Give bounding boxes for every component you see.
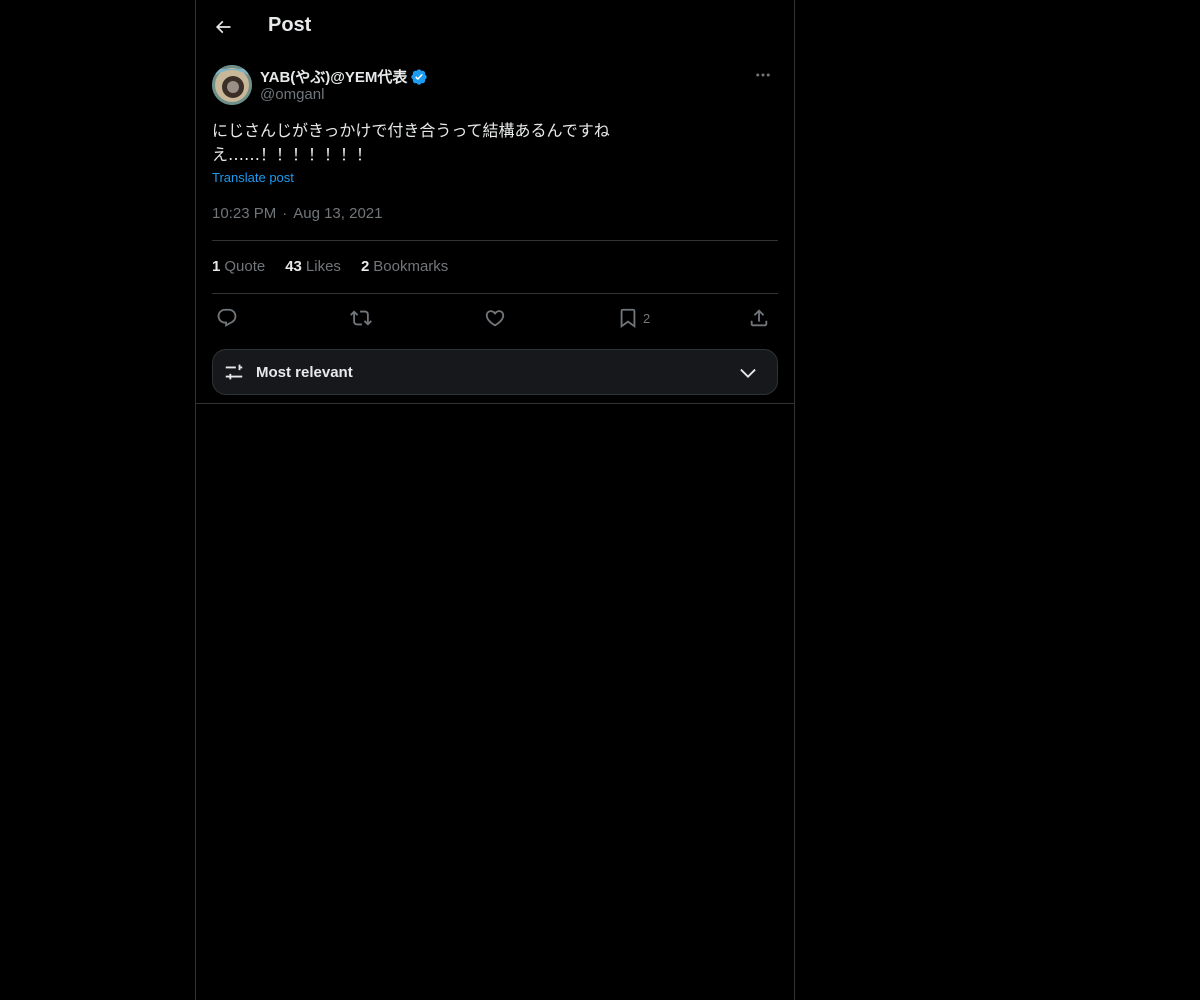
more-options-button[interactable] bbox=[748, 64, 778, 86]
meta-separator: · bbox=[282, 205, 288, 222]
tweet-text-line-2: え……！！！！！！！ bbox=[212, 145, 373, 164]
bookmark-icon bbox=[620, 308, 636, 329]
likes-count: 43 bbox=[285, 258, 302, 275]
reply-icon bbox=[217, 308, 237, 327]
display-name[interactable]: YAB(やぶ)@YEM代表 bbox=[260, 66, 407, 87]
author-block: YAB(やぶ)@YEM代表 @omganl bbox=[212, 64, 778, 108]
header: Post bbox=[196, 0, 794, 54]
heart-icon bbox=[485, 310, 505, 327]
avatar-image bbox=[212, 65, 252, 105]
likes-label: Likes bbox=[305, 258, 341, 275]
sort-label: Most relevant bbox=[256, 364, 353, 381]
tweet-timestamp: 10:23 PM · Aug 13, 2021 bbox=[212, 205, 382, 222]
page-title: Post bbox=[268, 14, 312, 36]
quotes-count: 1 bbox=[212, 258, 221, 275]
retweet-icon bbox=[350, 310, 372, 326]
quotes-stat[interactable]: 1 Quote bbox=[212, 258, 265, 275]
verified-badge-icon bbox=[411, 68, 428, 85]
main-column: Post YAB(やぶ)@YEM代表 @omganl にじさんじがきっかけで付き… bbox=[195, 0, 795, 1000]
back-button[interactable] bbox=[206, 10, 240, 44]
more-dots-icon bbox=[756, 73, 770, 77]
tweet-text: にじさんじがきっかけで付き合うって結構あるんですね え……！！！！！！！ bbox=[212, 119, 652, 167]
chevron-down-icon bbox=[740, 368, 756, 378]
divider bbox=[212, 293, 778, 294]
sliders-icon bbox=[225, 364, 243, 380]
share-button[interactable] bbox=[748, 304, 770, 332]
bookmarks-label: Bookmarks bbox=[373, 258, 449, 275]
bookmark-button[interactable]: 2 bbox=[617, 304, 650, 332]
bookmark-count: 2 bbox=[643, 310, 651, 326]
tweet-time[interactable]: 10:23 PM bbox=[212, 205, 276, 222]
divider bbox=[212, 240, 778, 241]
name-row: YAB(やぶ)@YEM代表 bbox=[260, 66, 428, 87]
section-divider bbox=[196, 403, 794, 404]
reply-button[interactable] bbox=[216, 304, 238, 332]
repost-button[interactable] bbox=[350, 304, 372, 332]
share-icon bbox=[750, 309, 768, 327]
bookmarks-count: 2 bbox=[360, 258, 370, 275]
action-bar: 2 bbox=[212, 304, 778, 332]
back-arrow-icon bbox=[215, 20, 231, 34]
like-button[interactable] bbox=[484, 304, 506, 332]
bookmarks-stat[interactable]: 2 Bookmarks bbox=[361, 258, 448, 275]
reply-sort-dropdown[interactable]: Most relevant bbox=[212, 349, 778, 395]
tweet-text-line-1: にじさんじがきっかけで付き合うって結構あるんですね bbox=[212, 121, 610, 140]
translate-post-link[interactable]: Translate post bbox=[212, 170, 294, 185]
avatar[interactable] bbox=[212, 65, 252, 105]
handle[interactable]: @omganl bbox=[260, 86, 324, 103]
quotes-label: Quote bbox=[224, 258, 266, 275]
likes-stat[interactable]: 43 Likes bbox=[285, 258, 341, 275]
tweet-date[interactable]: Aug 13, 2021 bbox=[293, 205, 382, 222]
engagement-stats: 1 Quote 43 Likes 2 Bookmarks bbox=[212, 258, 448, 275]
